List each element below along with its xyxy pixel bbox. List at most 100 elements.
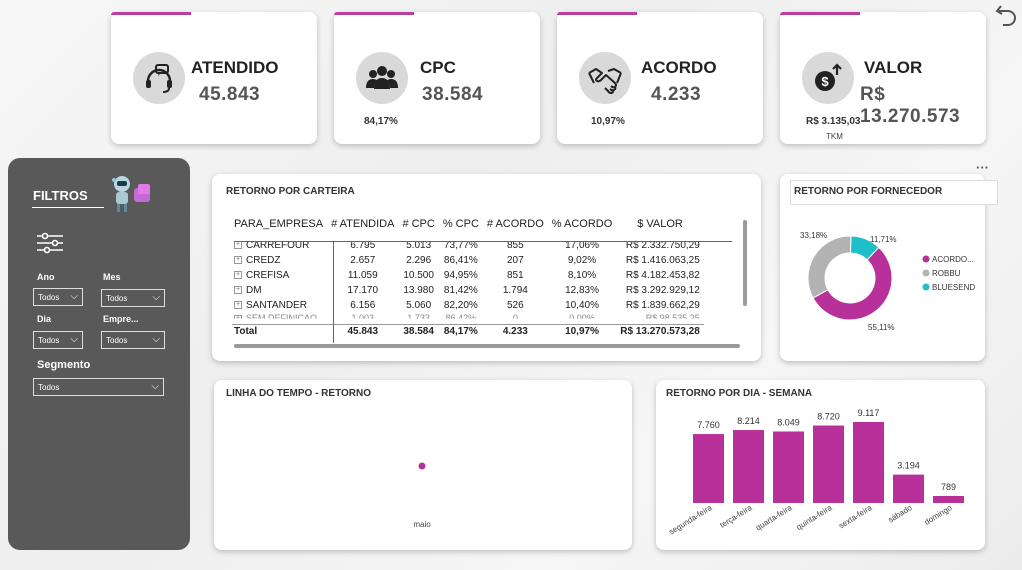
- semana-card: RETORNO POR DIA - SEMANA 7.760 segunda-fe…: [656, 380, 985, 550]
- expand-row-icon[interactable]: +: [234, 286, 242, 295]
- total-cell: 84,17%: [438, 323, 483, 340]
- expand-row-icon[interactable]: +: [234, 256, 242, 265]
- table-row[interactable]: + SEM DEFINICAO 1.003 1.733 86,42% 0 0,00% R$ 9…: [232, 313, 704, 324]
- filter-dia-value: Todos: [38, 336, 60, 345]
- table-cell: 86,42%: [445, 313, 477, 324]
- kpi-label: ACORDO: [641, 58, 717, 77]
- chevron-down-icon: ⌵: [152, 334, 160, 345]
- column-header[interactable]: % CPC: [439, 214, 483, 238]
- filter-empresa-value: Todos: [106, 336, 128, 345]
- table-cell: 82,20%: [443, 300, 478, 311]
- bar-quinta-feira[interactable]: [813, 425, 844, 503]
- filter-segmento-select[interactable]: Todos ⌵: [33, 378, 164, 396]
- more-options-button[interactable]: ···: [976, 160, 989, 175]
- filter-mes-select[interactable]: Todos ⌵: [101, 289, 165, 307]
- legend-marker: [922, 283, 930, 291]
- filter-dia-select[interactable]: Todos ⌵: [33, 331, 83, 349]
- kpi-value: 4.233: [651, 84, 702, 105]
- filter-ano-select[interactable]: Todos ⌵: [33, 288, 83, 306]
- filter-dia-label: Dia: [37, 314, 52, 324]
- donut-slice-robbu[interactable]: [807, 235, 852, 299]
- legend-label[interactable]: BLUESEND: [932, 283, 975, 292]
- table-cell: 207: [506, 255, 524, 266]
- donut-data-label: 55,11%: [868, 323, 895, 332]
- x-tick-label: sexta-feira: [837, 503, 874, 531]
- legend-label[interactable]: ROBBU: [932, 269, 961, 278]
- carteira-title: RETORNO POR CARTEIRA: [226, 186, 355, 197]
- vertical-scrollbar[interactable]: [743, 220, 747, 306]
- filters-title: FILTROS: [33, 188, 88, 203]
- legend-label[interactable]: ACORDO...: [932, 255, 974, 264]
- bar-sexta-feira[interactable]: [853, 422, 884, 503]
- table-cell: 6.156: [350, 300, 376, 311]
- filter-mes-value: Todos: [106, 294, 128, 303]
- table-cell: 12,83%: [565, 285, 599, 296]
- column-header[interactable]: # ACORDO: [483, 214, 548, 238]
- column-header[interactable]: # ATENDIDA: [327, 214, 398, 238]
- table-row[interactable]: + DM 17.170 13.980 81,42% 1.794 12,83% R$ 3.292…: [232, 283, 704, 298]
- column-header[interactable]: $ VALOR: [616, 214, 704, 238]
- legend-marker: [922, 269, 930, 277]
- filter-empresa-label: Empre...: [103, 314, 139, 324]
- kpi-percent: 10,97%: [591, 116, 625, 127]
- legend-marker: [922, 255, 930, 263]
- timeline-point[interactable]: [418, 462, 426, 470]
- back-arrow-icon[interactable]: [994, 2, 1020, 28]
- carteira-table-card: RETORNO POR CARTEIRA PARA_EMPRESA # ATEND…: [212, 174, 761, 361]
- table-cell: 5.060: [406, 300, 432, 311]
- kpi-ticket-label: TKM: [826, 132, 843, 141]
- bar-quarta-feira[interactable]: [773, 431, 804, 503]
- money-growth-icon: $: [802, 52, 854, 104]
- filter-ano-label: Ano: [37, 272, 55, 282]
- bar-terça-feira[interactable]: [733, 430, 764, 503]
- linha-tempo-title: LINHA DO TEMPO - RETORNO: [226, 388, 371, 399]
- total-cell: R$ 13.270.573,28: [616, 323, 704, 340]
- robot-mascot-icon: [108, 172, 154, 216]
- table-row[interactable]: + SANTANDER 6.156 5.060 82,20% 526 10,40% R$ 1.…: [232, 298, 704, 313]
- column-header[interactable]: PARA_EMPRESA: [232, 214, 327, 238]
- table-cell: 10,40%: [565, 300, 599, 311]
- bar-domingo[interactable]: [933, 495, 964, 503]
- table-column-divider: [333, 241, 334, 343]
- chevron-down-icon: ⌵: [70, 334, 78, 345]
- bar-sábado[interactable]: [893, 474, 924, 503]
- bar-segunda-feira[interactable]: [693, 434, 724, 503]
- table-cell: 11.059: [347, 270, 378, 281]
- expand-row-icon[interactable]: +: [234, 271, 242, 280]
- row-label: CREFISA: [246, 270, 290, 281]
- donut-data-label: 33,18%: [800, 231, 827, 240]
- filter-empresa-select[interactable]: Todos ⌵: [101, 331, 165, 349]
- expand-row-icon[interactable]: +: [234, 314, 242, 319]
- chevron-down-icon: ⌵: [70, 291, 78, 302]
- bar-data-label: 789: [941, 482, 956, 492]
- table-header-divider: [234, 241, 732, 242]
- bar-data-label: 8.720: [817, 412, 840, 422]
- kpi-card-cpc: CPC 38.584 84,17%: [334, 12, 540, 144]
- table-row[interactable]: + CREDZ 2.657 2.296 86,41% 207 9,02% R$ 1.416.0…: [232, 253, 704, 268]
- kpi-value: R$ 13.270.573: [860, 84, 961, 127]
- expand-row-icon[interactable]: +: [234, 241, 242, 250]
- kpi-label: VALOR: [864, 58, 923, 77]
- table-cell: 1.003: [351, 313, 375, 324]
- table-row[interactable]: + CREFISA 11.059 10.500 94,95% 851 8,10% R$ 4.1…: [232, 268, 704, 283]
- total-cell: Total: [232, 323, 328, 340]
- column-header[interactable]: # CPC: [398, 214, 438, 238]
- expand-row-icon[interactable]: +: [234, 301, 242, 310]
- x-tick-label: quarta-feira: [754, 503, 794, 533]
- filter-segmento-value: Todos: [38, 383, 60, 392]
- fornecedor-card: RETORNO POR FORNECEDOR ··· 55,11% 33,18% 1…: [780, 160, 998, 361]
- horizontal-scrollbar[interactable]: [234, 344, 740, 348]
- table-cell-empresa: + SANTANDER: [232, 298, 327, 313]
- table-cell: 17.170: [347, 285, 379, 296]
- x-tick-label: quinta-feira: [795, 503, 834, 532]
- table-cell-empresa: + SEM DEFINICAO: [232, 313, 327, 319]
- table-cell-empresa: + CREFISA: [232, 268, 327, 283]
- row-label: DM: [246, 285, 262, 296]
- x-tick-label: segunda-feira: [667, 503, 714, 537]
- table-cell: R$ 1.839.662,29: [625, 300, 700, 311]
- kpi-card-acordo: ACORDO 4.233 10,97%: [557, 12, 763, 144]
- table-cell-empresa: + DM: [232, 283, 327, 298]
- weekday-bar-chart: 7.760 segunda-feira 8.214 terça-feira 8.049 q…: [667, 408, 964, 537]
- total-cell: 10,97%: [547, 323, 617, 340]
- column-header[interactable]: % ACORDO: [548, 214, 617, 238]
